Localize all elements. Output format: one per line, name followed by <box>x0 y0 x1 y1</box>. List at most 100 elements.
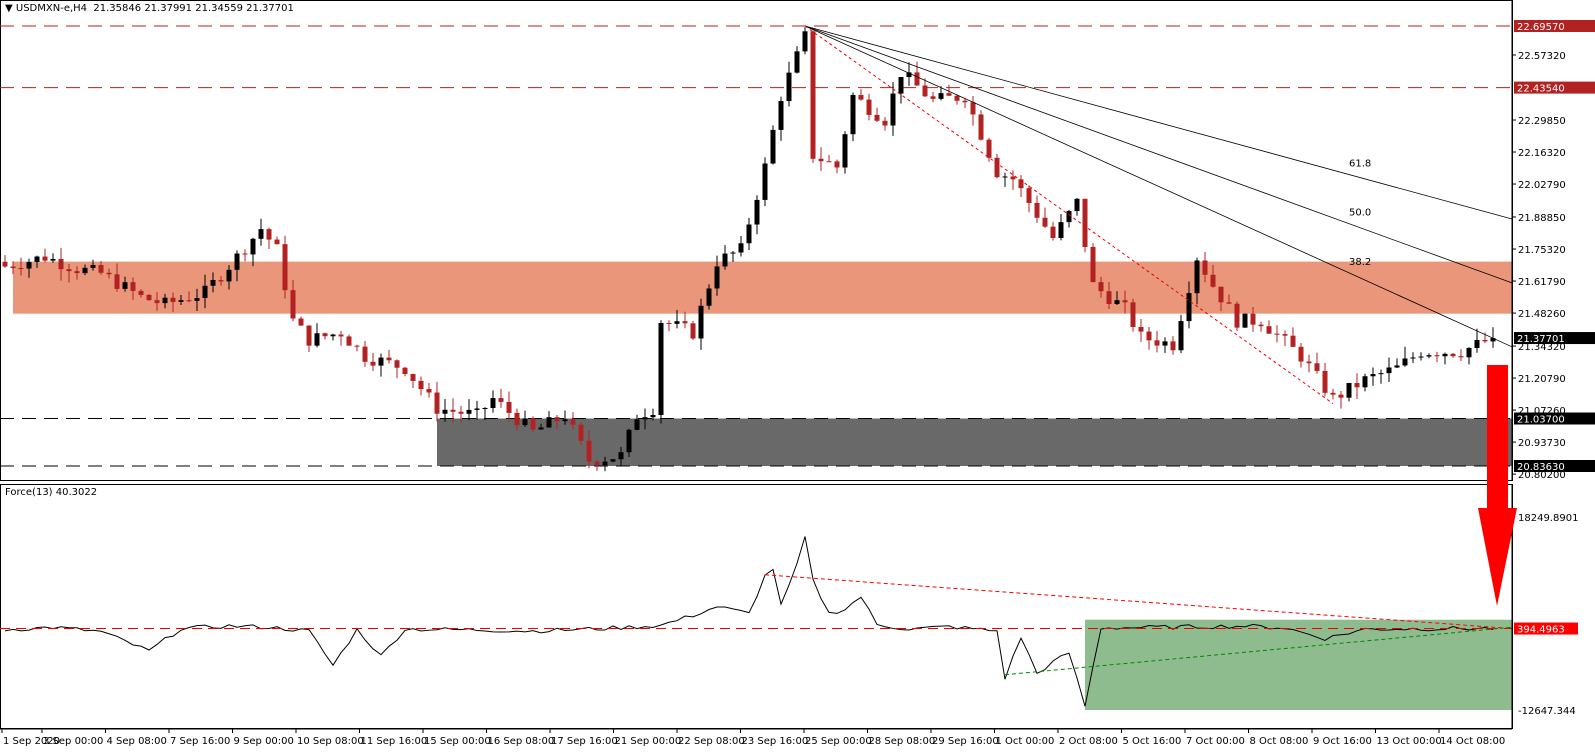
time-tick-label: 2 Oct 08:00 <box>1059 736 1118 747</box>
candle-body <box>1082 198 1088 247</box>
time-tick-label: 21 Sep 00:00 <box>615 736 682 747</box>
candle-body <box>1250 313 1256 325</box>
candle-body <box>186 300 192 302</box>
candle-body <box>34 256 40 262</box>
candle-body <box>1122 300 1128 303</box>
candle-body <box>74 271 80 274</box>
price-tick-label: 22.57320 <box>1518 51 1566 62</box>
candle-body <box>730 252 736 254</box>
candle-body <box>962 100 968 103</box>
candle-body <box>698 305 704 339</box>
candle-body <box>850 94 856 135</box>
ohlc-open: 21.35846 <box>93 3 142 14</box>
candle-body <box>2 261 8 267</box>
ohlc-close: 21.37701 <box>246 3 294 14</box>
price-tick-label: 20.80200 <box>1518 470 1566 481</box>
candle-body <box>946 93 952 96</box>
time-tick-label: 17 Sep 16:00 <box>551 736 618 747</box>
candle-body <box>1282 334 1288 336</box>
candle-body <box>506 401 512 413</box>
candle-body <box>458 411 464 414</box>
candle-body <box>1194 260 1200 294</box>
price-tick-label: 22.29850 <box>1518 116 1566 127</box>
time-tick-label: 10 Sep 08:00 <box>297 736 364 747</box>
candle-body <box>250 238 256 255</box>
candle-body <box>1322 370 1328 393</box>
candle-body <box>914 72 920 86</box>
price-tick-label: 21.20790 <box>1518 374 1566 385</box>
candle-body <box>642 417 648 420</box>
candle-body <box>794 51 800 73</box>
trading-chart[interactable]: 22.6957022.4354021.0370020.8363038.250.0… <box>0 0 1595 752</box>
candle-body <box>1330 392 1336 395</box>
price-panel-frame <box>0 0 1513 481</box>
candle-body <box>354 345 360 347</box>
candle-body <box>858 94 864 100</box>
candle-body <box>986 139 992 158</box>
candle-body <box>1338 394 1344 398</box>
candle-body <box>482 407 488 409</box>
candle-body <box>1314 363 1320 371</box>
candle-body <box>1266 326 1272 334</box>
time-tick-label: 3 Sep 00:00 <box>43 736 103 747</box>
candle-body <box>178 300 184 302</box>
menu-triangle-icon[interactable]: ▼ <box>5 3 13 14</box>
time-tick-label: 29 Sep 16:00 <box>932 736 999 747</box>
candle-body <box>490 398 496 408</box>
candle-body <box>338 334 344 337</box>
candle-body <box>1298 346 1304 362</box>
red-trend-line <box>804 25 1334 405</box>
candle-body <box>346 336 352 346</box>
candle-body <box>682 321 688 324</box>
candle-body <box>1042 217 1048 227</box>
candle-body <box>554 417 560 422</box>
candle-body <box>154 300 160 304</box>
candle-body <box>1114 300 1120 304</box>
candle-body <box>42 256 48 261</box>
candle-body <box>258 229 264 239</box>
candle-body <box>138 290 144 295</box>
down-arrow-icon <box>1478 365 1517 606</box>
candle-body <box>1234 303 1240 328</box>
time-tick-label: 4 Sep 08:00 <box>107 736 167 747</box>
candle-body <box>1154 340 1160 346</box>
candle-body <box>26 261 32 269</box>
candle-body <box>666 322 672 324</box>
candle-body <box>1202 260 1208 275</box>
candle-body <box>1106 291 1112 304</box>
candle-body <box>282 244 288 291</box>
fib-fan-label: 61.8 <box>1349 159 1371 170</box>
candle-body <box>362 346 368 362</box>
candle-body <box>786 72 792 102</box>
candle-body <box>1066 211 1072 223</box>
candle-body <box>1130 302 1136 327</box>
candle-body <box>474 408 480 410</box>
candle-body <box>866 99 872 115</box>
candle-body <box>842 134 848 168</box>
candle-body <box>1226 302 1232 304</box>
candle-body <box>1458 356 1464 358</box>
level-label: 22.43540 <box>1517 84 1565 95</box>
time-tick-label: 11 Sep 16:00 <box>361 736 428 747</box>
force-value: 40.3022 <box>55 487 98 498</box>
candle-body <box>1394 365 1400 368</box>
candle-body <box>1090 246 1096 283</box>
candle-body <box>146 294 152 301</box>
time-tick-label: 9 Sep 00:00 <box>234 736 294 747</box>
candle-body <box>618 452 624 460</box>
candle-body <box>386 357 392 361</box>
candle-body <box>538 427 544 430</box>
candle-body <box>1354 383 1360 388</box>
candle-body <box>562 419 568 422</box>
time-tick-label: 25 Sep 00:00 <box>805 736 872 747</box>
time-tick-label: 16 Sep 08:00 <box>488 736 555 747</box>
candle-body <box>834 161 840 168</box>
candle-body <box>1162 341 1168 346</box>
candle-body <box>306 325 312 346</box>
candle-body <box>1146 331 1152 341</box>
candle-body <box>242 253 248 255</box>
candle-body <box>714 266 720 289</box>
candle-body <box>1362 376 1368 388</box>
time-tick-label: 22 Sep 08:00 <box>678 736 745 747</box>
candle-body <box>1210 274 1216 287</box>
